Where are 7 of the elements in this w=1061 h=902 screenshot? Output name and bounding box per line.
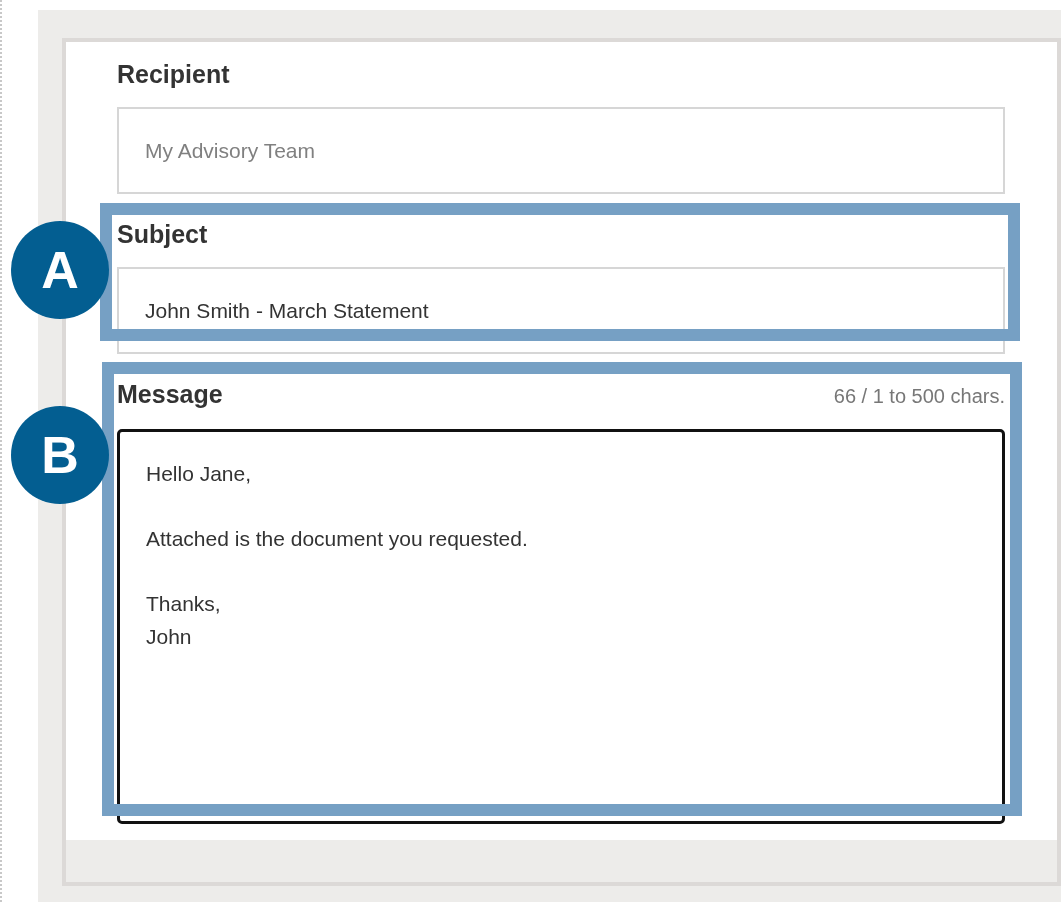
character-counter: 66 / 1 to 500 chars. — [833, 384, 1005, 409]
callout-badge: B — [11, 406, 109, 504]
field-label: Recipient — [117, 59, 230, 90]
message-field[interactable]: Hello Jane, Attached is the document you requested. Thanks, John — [117, 429, 1005, 824]
field-label: Subject — [117, 219, 208, 250]
callout-badge: A — [11, 221, 109, 319]
field-label: Message — [117, 379, 223, 410]
